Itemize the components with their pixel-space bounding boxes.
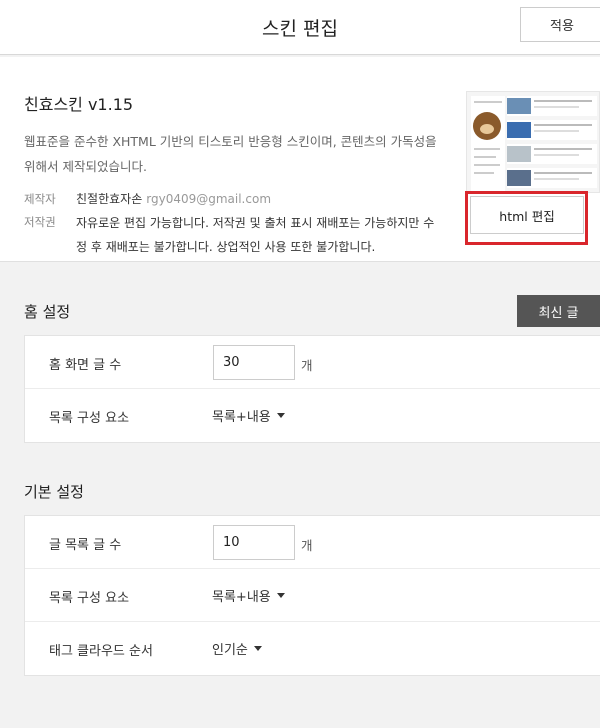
- home-post-count-row: 홈 화면 글 수 개: [25, 336, 600, 389]
- preview-post: [507, 144, 597, 164]
- preview-post: [507, 120, 597, 140]
- preview-image: [507, 122, 531, 138]
- maker-label: 제작자: [24, 192, 56, 206]
- preview-line: [474, 156, 496, 158]
- copyright-row: 저작권 자유로운 편집 가능합니다. 저작권 및 출처 표시 재배포는 가능하지…: [24, 211, 444, 259]
- list-count-input[interactable]: [213, 525, 295, 560]
- maker-value: 친절한효자손: [76, 192, 143, 206]
- home-list-component-select[interactable]: 목록+내용: [212, 406, 285, 425]
- latest-posts-button[interactable]: 최신 글: [517, 295, 600, 327]
- preview-image: [507, 98, 531, 114]
- skin-name: 친효스킨 v1.15: [24, 95, 134, 114]
- tag-cloud-order-value: 인기순: [212, 643, 248, 658]
- preview-line: [474, 172, 494, 174]
- tag-cloud-order-row: 태그 클라우드 순서 인기순: [25, 622, 600, 675]
- basic-list-component-label: 목록 구성 요소: [49, 591, 130, 606]
- list-count-label: 글 목록 글 수: [49, 538, 122, 553]
- html-edit-button[interactable]: html 편집: [470, 196, 584, 234]
- caret-down-icon: [276, 593, 285, 598]
- caret-down-icon: [276, 413, 285, 418]
- preview-line: [474, 164, 500, 166]
- tag-cloud-order-label: 태그 클라우드 순서: [49, 644, 153, 659]
- top-header: 스킨 편집 적용: [0, 0, 600, 55]
- preview-post: [507, 168, 597, 188]
- home-post-count-input[interactable]: [213, 345, 295, 380]
- preview-post: [507, 96, 597, 116]
- tag-cloud-order-select[interactable]: 인기순: [212, 639, 262, 658]
- preview-line: [474, 101, 502, 103]
- skin-info-panel: 친효스킨 v1.15 웹표준을 준수한 XHTML 기반의 티스토리 반응형 스…: [0, 57, 600, 262]
- basic-list-component-select[interactable]: 목록+내용: [212, 586, 285, 605]
- home-settings-panel: 홈 화면 글 수 개 목록 구성 요소 목록+내용: [24, 335, 600, 443]
- skin-description: 웹표준을 준수한 XHTML 기반의 티스토리 반응형 스킨이며, 콘텐츠의 가…: [24, 134, 437, 174]
- home-list-component-label: 목록 구성 요소: [49, 411, 130, 426]
- basic-list-component-value: 목록+내용: [212, 590, 271, 605]
- preview-line: [534, 148, 592, 150]
- preview-line: [534, 124, 592, 126]
- copyright-value: 자유로운 편집 가능합니다. 저작권 및 출처 표시 재배포는 가능하지만 수정…: [76, 216, 435, 254]
- skin-preview-thumbnail: [466, 91, 600, 193]
- caret-down-icon: [253, 646, 262, 651]
- list-count-row: 글 목록 글 수 개: [25, 516, 600, 569]
- preview-line: [474, 148, 500, 150]
- preview-image: [507, 170, 531, 186]
- basic-settings-title: 기본 설정: [24, 483, 84, 501]
- home-list-component-row: 목록 구성 요소 목록+내용: [25, 389, 600, 442]
- basic-settings-panel: 글 목록 글 수 개 목록 구성 요소 목록+내용 태그 클라우드 순서 인기순: [24, 515, 600, 676]
- maker-email: rgy0409@gmail.com: [146, 192, 272, 206]
- preview-sidebar: [471, 96, 505, 192]
- home-post-count-label: 홈 화면 글 수: [49, 358, 122, 373]
- bear-logo-icon: [473, 112, 501, 140]
- preview-line: [534, 106, 579, 108]
- list-count-unit: 개: [301, 538, 313, 553]
- preview-line: [534, 154, 579, 156]
- page-title: 스킨 편집: [262, 18, 338, 40]
- basic-list-component-row: 목록 구성 요소 목록+내용: [25, 569, 600, 622]
- maker-row: 제작자 친절한효자손 rgy0409@gmail.com: [24, 188, 271, 211]
- preview-image: [507, 146, 531, 162]
- preview-line: [534, 172, 592, 174]
- home-list-component-value: 목록+내용: [212, 410, 271, 425]
- preview-line: [534, 178, 579, 180]
- preview-line: [534, 100, 592, 102]
- copyright-label: 저작권: [24, 215, 56, 229]
- home-post-count-unit: 개: [301, 358, 313, 373]
- preview-line: [534, 130, 579, 132]
- home-settings-title: 홈 설정: [24, 303, 71, 321]
- apply-button[interactable]: 적용: [520, 7, 600, 42]
